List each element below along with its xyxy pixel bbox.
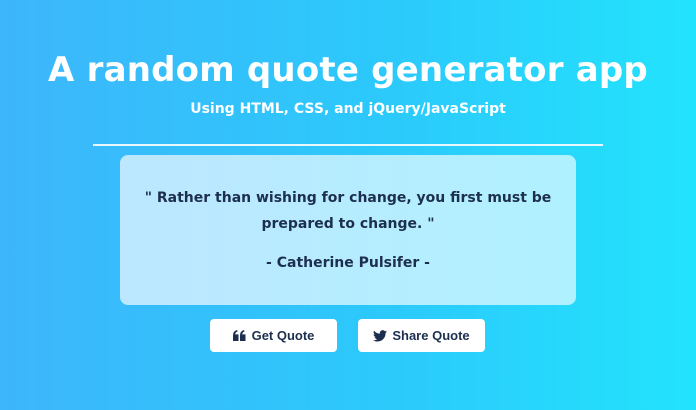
quote-generator-page: A random quote generator app Using HTML,… — [0, 0, 696, 410]
get-quote-label: Get Quote — [251, 328, 315, 343]
share-quote-label: Share Quote — [392, 328, 470, 343]
share-quote-button[interactable]: Share Quote — [358, 319, 485, 352]
quote-text: " Rather than wishing for change, you fi… — [144, 190, 552, 232]
header-divider — [93, 144, 603, 146]
page-title: A random quote generator app — [48, 50, 648, 90]
quote-left-icon — [233, 329, 247, 343]
twitter-icon — [373, 329, 388, 343]
quote-card: " Rather than wishing for change, you fi… — [120, 155, 576, 305]
quote-author: - Catherine Pulsifer - — [266, 255, 430, 271]
get-quote-button[interactable]: Get Quote — [210, 319, 337, 352]
page-subtitle: Using HTML, CSS, and jQuery/JavaScript — [190, 101, 506, 117]
